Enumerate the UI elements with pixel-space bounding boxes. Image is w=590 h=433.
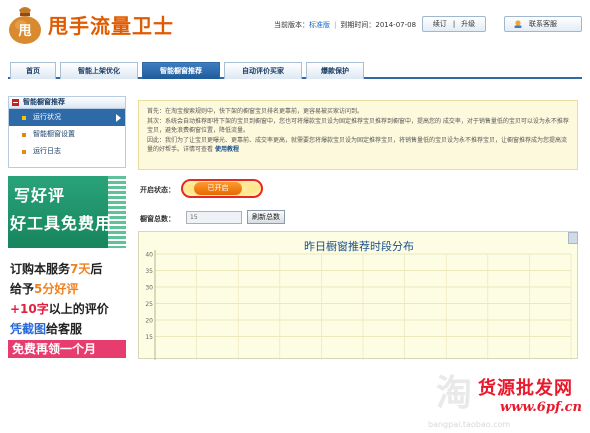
app-header: 甩 甩手流量卫士 当前版本：标准版 | 到期时间：2014-07-08 续订 | 升级 … (0, 0, 590, 48)
promo-headline-1: 写好评 (14, 186, 66, 205)
time-distribution-chart: 40 35 30 25 20 15 昨日橱窗推荐时段分布 (138, 231, 578, 360)
tab-auto-review[interactable]: 自动评价买家 (224, 62, 302, 79)
chart-y-tick-label: 15 (145, 334, 153, 341)
chart-y-tick-label: 30 (145, 285, 153, 292)
collapse-icon (12, 99, 19, 106)
refresh-count-button[interactable]: 刷新总数 (247, 210, 285, 224)
promo-row-1: 订购本服务7天后 (10, 262, 103, 276)
sidebar-item-label: 智能橱窗设置 (33, 130, 75, 138)
watermark-footer: bangpai.taobao.com (428, 420, 511, 429)
bullet-icon (22, 116, 26, 120)
logo-glyph: 甩 (17, 24, 31, 39)
promo-headline-2: 好工具免费用 (10, 214, 113, 233)
sidebar-item-label: 运行状况 (33, 113, 61, 121)
tab-home[interactable]: 首页 (10, 62, 56, 79)
chart-y-tick-label: 20 (145, 318, 153, 325)
bullet-icon (22, 133, 26, 137)
promo-row-3: +10字以上的评价 (10, 302, 109, 316)
sidebar-item-settings[interactable]: 智能橱窗设置 (9, 126, 125, 143)
chart-title: 昨日橱窗推荐时段分布 (304, 240, 414, 253)
sidebar-item-run-status[interactable]: 运行状况 (9, 109, 125, 126)
showcase-count-label: 橱窗总数： (140, 215, 175, 223)
money-bag-logo-icon: 甩 (9, 7, 41, 44)
sidebar-header[interactable]: 智能橱窗推荐 (9, 97, 125, 109)
upgrade-button[interactable]: 升级 (461, 20, 475, 28)
app-name: 甩手流量卫士 (48, 14, 174, 38)
contact-support-label: 联系客服 (529, 20, 557, 28)
chart-y-tick-label: 35 (145, 268, 153, 275)
chart-scroll-button[interactable] (568, 232, 578, 244)
chart-y-tick-label: 25 (145, 301, 153, 308)
showcase-count-field: 15 (186, 211, 242, 224)
account-info: 当前版本：标准版 | 到期时间：2014-07-08 (274, 20, 416, 30)
info-divider: | (334, 21, 337, 29)
bullet-icon (22, 150, 26, 154)
notice-paragraph-1: 首先：在淘宝搜索规则中，快下架的橱窗宝贝排名更靠前，更容易被买家访问到。 (147, 108, 364, 115)
expire-label: 到期时间： (340, 21, 376, 29)
renew-button[interactable]: 续订 (433, 20, 447, 28)
sidebar-item-label: 运行日志 (33, 147, 61, 155)
main-nav: 首页 智能上架优化 智能橱窗推荐 自动评价买家 爆款保护 (8, 60, 582, 79)
renew-upgrade-group: 续订 | 升级 (422, 16, 486, 32)
toggle-label: 已开启 (194, 182, 242, 195)
watermark-title: 货源批发网 (478, 378, 573, 399)
watermark-ghost: 淘 (436, 373, 473, 414)
expire-value: 2014-07-08 (375, 21, 417, 29)
notice-paragraph-3: 因此：我们为了让宝贝更曝光、更靠前、成交率更高，就需要您将爆款宝贝设为固定推荐宝… (147, 136, 568, 154)
info-notice: 首先：在淘宝搜索规则中，快下架的橱窗宝贝排名更靠前，更容易被买家访问到。 其次：… (138, 100, 578, 170)
button-divider: | (452, 20, 456, 28)
sidebar: 智能橱窗推荐 运行状况 智能橱窗设置 运行日志 (8, 96, 126, 168)
version-label: 当前版本： (274, 21, 309, 29)
tutorial-link[interactable]: 使用教程 (215, 146, 239, 153)
tab-hot-protect[interactable]: 爆款保护 (306, 62, 364, 79)
promo-row-4: 凭截图给客服 (10, 322, 83, 336)
sidebar-item-log[interactable]: 运行日志 (9, 143, 125, 160)
promo-banner-body: 订购本服务7天后 给予5分好评 +10字以上的评价 凭截图给客服 免费再领一个月 (8, 248, 126, 358)
promo-banner-top: 写好评 好工具免费用 (8, 176, 126, 248)
support-agent-icon (514, 20, 522, 28)
enabled-toggle[interactable]: 已开启 (181, 179, 263, 198)
contact-support-button[interactable]: 联系客服 (504, 16, 582, 32)
version-value: 标准版 (309, 21, 330, 29)
notice-paragraph-2: 其次：系统会自动推荐即将下架的宝贝到橱窗中，您也可将爆款宝贝设为固定推荐宝贝推荐… (147, 117, 569, 135)
tab-smart-showcase[interactable]: 智能橱窗推荐 (142, 62, 220, 79)
watermark-url: www.6pf.cn (500, 400, 582, 415)
sidebar-title: 智能橱窗推荐 (23, 98, 65, 106)
status-label: 开启状态： (140, 186, 175, 194)
promo-row-2: 给予5分好评 (10, 282, 79, 296)
promo-row-5: 免费再领一个月 (8, 340, 126, 358)
promo-banner[interactable]: 写好评 好工具免费用 订购本服务7天后 给予5分好评 +10字以上的评价 凭截图… (8, 176, 126, 358)
arrow-right-icon (116, 114, 121, 122)
tab-smart-listing[interactable]: 智能上架优化 (60, 62, 138, 79)
